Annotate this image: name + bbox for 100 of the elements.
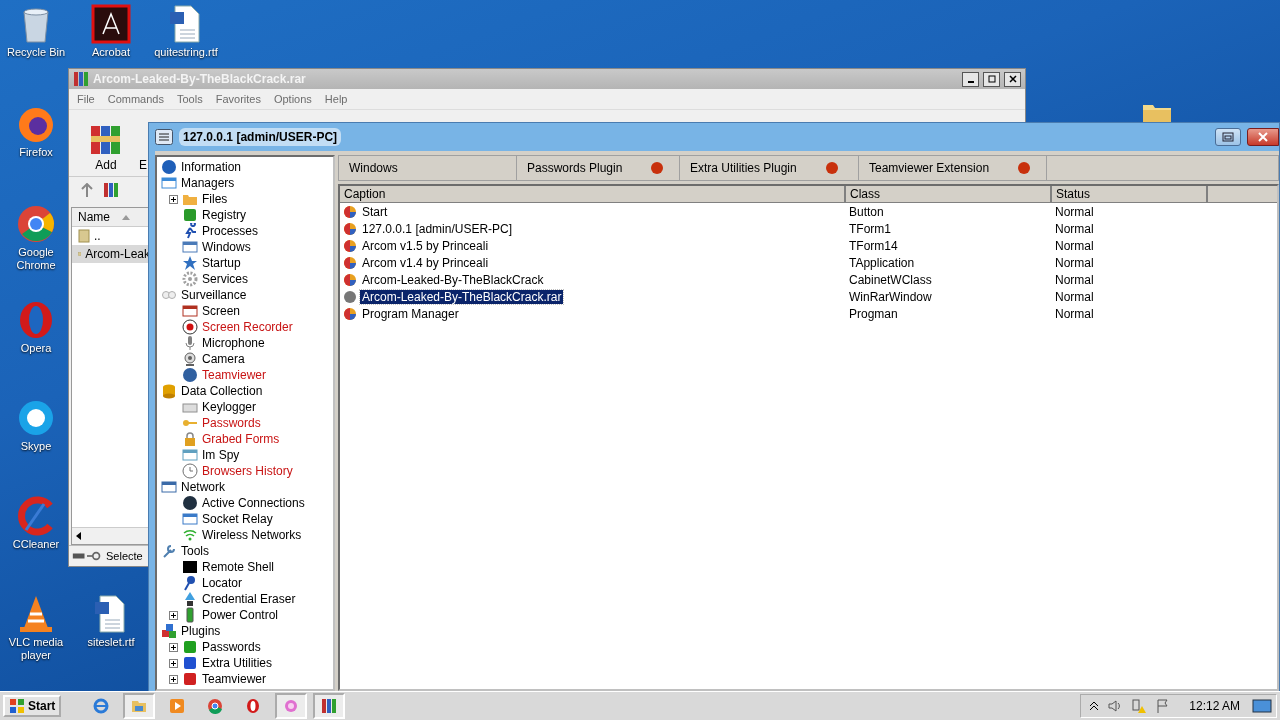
tree-item[interactable]: Passwords	[202, 640, 261, 654]
menu-item[interactable]: File	[77, 93, 95, 105]
chevron-up-icon[interactable]	[1089, 701, 1100, 711]
tree-item[interactable]: Keylogger	[202, 400, 257, 414]
browser-icon[interactable]	[16, 204, 56, 244]
file-name[interactable]: ..	[94, 229, 101, 243]
tree-item[interactable]: Files	[202, 192, 228, 206]
maximize-button[interactable]	[983, 71, 1000, 87]
windows-logo-icon	[9, 698, 25, 714]
ball-icon	[343, 255, 357, 270]
tree-item[interactable]: Teamviewer	[202, 672, 267, 686]
desktop-icon-label[interactable]: CCleaner	[12, 538, 60, 551]
close-icon	[1008, 75, 1017, 83]
menu-item[interactable]: Favorites	[215, 93, 261, 105]
chat-app-icon[interactable]	[16, 398, 56, 438]
table-cell: Normal	[1055, 221, 1094, 236]
column-header[interactable]: Class	[846, 186, 1052, 202]
tree-item[interactable]: Information	[181, 160, 242, 174]
expand-icon[interactable]	[169, 642, 178, 652]
desktop-icon-label[interactable]: Skype	[20, 440, 52, 453]
up-arrow-icon[interactable]	[81, 183, 93, 197]
tree-item[interactable]: Passwords	[202, 416, 261, 430]
tree-item[interactable]: Power Control	[202, 608, 279, 622]
close-button[interactable]	[1247, 128, 1279, 146]
tree-item[interactable]: Microphone	[202, 336, 265, 350]
clock[interactable]: 12:12 AM	[1189, 699, 1240, 713]
tree-item[interactable]: Startup	[202, 256, 241, 270]
tree-item[interactable]: Data Collection	[181, 384, 263, 398]
expand-icon[interactable]	[169, 674, 178, 684]
table-cell[interactable]: Program Manager	[360, 306, 461, 321]
desktop-icon-label[interactable]: Opera	[20, 342, 52, 355]
pdf-app-icon[interactable]	[91, 4, 131, 44]
window-title: 127.0.0.1 [admin/USER-PC]	[179, 128, 342, 146]
tree-item[interactable]: Processes	[202, 224, 259, 238]
taskbar-app[interactable]	[313, 693, 346, 719]
tree-item[interactable]: Plugins	[181, 624, 221, 638]
minimize-button[interactable]	[962, 71, 979, 87]
show-desktop-icon[interactable]	[1252, 698, 1272, 714]
menu-item[interactable]: Help	[324, 93, 348, 105]
tree-item[interactable]: Grabed Forms	[202, 432, 280, 446]
table-cell[interactable]: Arcom v1.5 by Princeali	[360, 238, 491, 253]
tree-item[interactable]: Surveillance	[181, 288, 247, 302]
table-cell[interactable]: Arcom v1.4 by Princeali	[360, 255, 491, 270]
toolbar-button[interactable]: Add	[89, 122, 123, 172]
tree-item[interactable]: Locator	[202, 576, 243, 590]
taskbar-app[interactable]	[275, 693, 308, 719]
tree-item[interactable]: Network	[181, 480, 225, 494]
tree-item[interactable]: Browsers History	[202, 464, 293, 478]
menu-item[interactable]: Tools	[177, 93, 203, 105]
ball-icon	[343, 221, 357, 236]
menu-item[interactable]: Commands	[107, 93, 164, 105]
e-globe-icon	[93, 698, 110, 714]
desktop-icon-label[interactable]: Recycle Bin	[6, 46, 66, 59]
tree-item[interactable]: Camera	[202, 352, 245, 366]
tree-item[interactable]: Im Spy	[202, 448, 240, 462]
tree-item[interactable]: Credential Eraser	[202, 592, 296, 606]
table-cell[interactable]: Start	[360, 204, 390, 219]
table-cell[interactable]: Arcom-Leaked-By-TheBlackCrack.rar	[360, 289, 564, 304]
menu-icon[interactable]	[155, 129, 173, 145]
start-button[interactable]: Start	[3, 695, 62, 717]
tree-item[interactable]: Services	[202, 272, 248, 286]
webcam-icon	[182, 351, 198, 367]
table-cell[interactable]: 127.0.0.1 [admin/USER-PC]	[360, 221, 515, 236]
tree-item[interactable]: Active Connections	[202, 496, 305, 510]
expand-icon[interactable]	[169, 610, 178, 620]
tree-item[interactable]: Socket Relay	[202, 512, 273, 526]
desktop-icon-label[interactable]: Firefox	[19, 146, 53, 159]
ball-icon	[343, 204, 357, 219]
tree-item[interactable]: Remote Shell	[202, 560, 275, 574]
tree-item[interactable]: Extra Utilities	[202, 656, 272, 670]
expand-icon[interactable]	[169, 658, 178, 668]
tree-item[interactable]: Screen	[202, 304, 241, 318]
tree-item[interactable]: Managers	[181, 176, 235, 190]
tree-item[interactable]: Windows	[202, 240, 251, 254]
desktop-icon-label[interactable]: quitestring.rtf	[154, 46, 218, 59]
pin-icon	[182, 575, 198, 591]
table-cell[interactable]: Arcom-Leaked-By-TheBlackCrack	[360, 272, 546, 287]
desktop-icon-label[interactable]: siteslet.rtf	[87, 636, 135, 649]
tab[interactable]: Passwords Plugin	[517, 156, 680, 180]
close-button[interactable]	[1004, 71, 1021, 87]
tree-item[interactable]: Tools	[181, 544, 209, 558]
folder-icon	[131, 698, 148, 714]
tab[interactable]: Teamviewer Extension	[859, 156, 1047, 180]
toolbar-button[interactable]: E	[139, 122, 147, 172]
tree-item[interactable]: Screen Recorder	[202, 320, 293, 334]
restore-button[interactable]	[1215, 128, 1241, 146]
tree-item[interactable]: Registry	[202, 208, 246, 222]
tab[interactable]: Extra Utilities Plugin	[680, 156, 859, 180]
menu-item[interactable]: Options	[273, 93, 312, 105]
desktop-icon-label[interactable]: Google Chrome	[0, 246, 72, 272]
desktop-icon-label[interactable]: Acrobat	[92, 46, 130, 59]
tab[interactable]: Windows	[339, 156, 517, 180]
tree-item[interactable]: Teamviewer	[202, 368, 267, 382]
desktop-icon-label[interactable]: VLC media player	[0, 636, 72, 662]
column-header[interactable]: Status	[1052, 186, 1208, 202]
column-header[interactable]: Caption	[340, 186, 846, 202]
taskbar-app[interactable]	[123, 693, 156, 719]
tree-item[interactable]: Wireless Networks	[202, 528, 302, 542]
expand-icon[interactable]	[169, 194, 178, 204]
ball-icon	[343, 238, 357, 253]
